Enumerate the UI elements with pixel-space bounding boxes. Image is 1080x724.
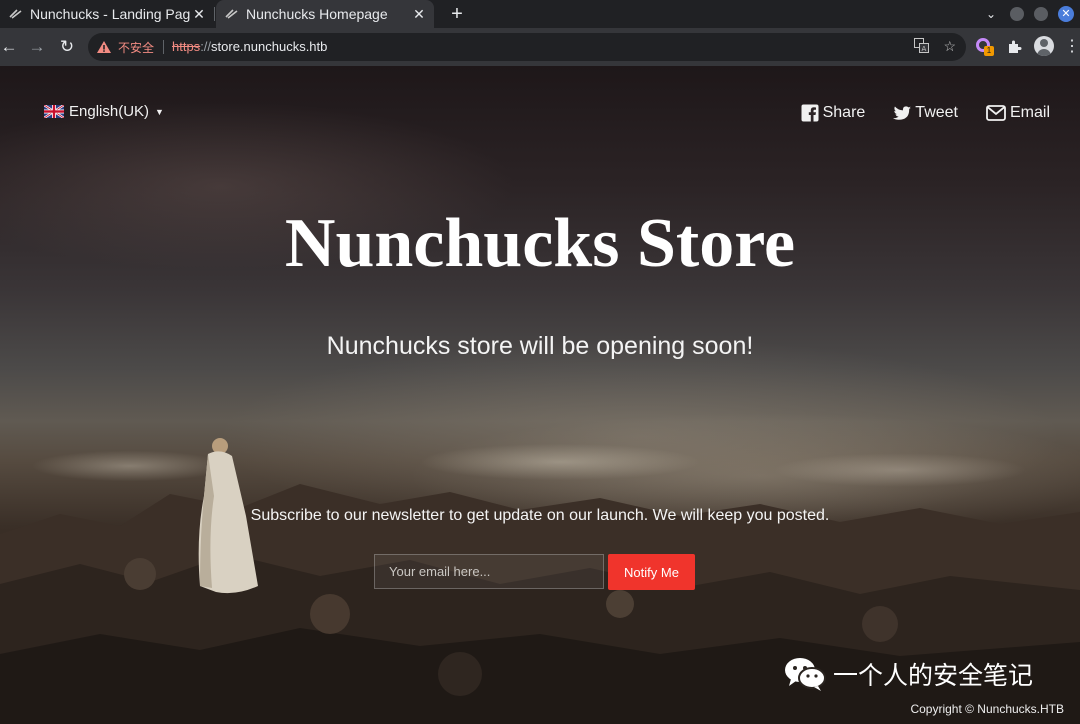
share-twitter-link[interactable]: Tweet	[893, 104, 958, 122]
browser-toolbar: ← → ↻ 不安全 https://store.nunchucks.htb A …	[0, 28, 1080, 66]
address-divider	[163, 40, 164, 54]
twitter-icon	[893, 105, 912, 120]
close-window-button[interactable]: ✕	[1058, 6, 1074, 22]
uk-flag-icon	[44, 105, 64, 118]
close-tab-icon[interactable]: ✕	[410, 5, 428, 23]
watermark: 一个人的安全笔记	[783, 656, 1033, 692]
maximize-button[interactable]	[1034, 7, 1048, 21]
not-secure-label[interactable]: 不安全	[118, 39, 154, 56]
share-email-link[interactable]: Email	[986, 104, 1050, 122]
address-bar[interactable]: 不安全 https://store.nunchucks.htb A ☆	[88, 33, 966, 61]
share-label: Share	[822, 104, 866, 121]
tab-divider	[214, 7, 215, 21]
facebook-icon	[801, 104, 819, 122]
tweet-label: Tweet	[915, 104, 958, 121]
tab-landing-page[interactable]: Nunchucks - Landing Pag ✕	[0, 0, 214, 28]
back-arrow-icon[interactable]: ←	[0, 36, 20, 58]
warning-icon	[97, 41, 111, 53]
puzzle-extensions-icon[interactable]	[1004, 36, 1024, 56]
url-scheme: https	[172, 39, 201, 54]
tab-search-chevron-icon[interactable]: ⌄	[982, 7, 1000, 21]
url-separator: ://	[200, 39, 212, 54]
svg-text:A: A	[922, 45, 927, 53]
minimize-button[interactable]	[1010, 7, 1024, 21]
page-viewport: English(UK) ▼ Share Tweet Email Nunchuck…	[0, 66, 1080, 724]
profile-avatar[interactable]	[1034, 36, 1054, 56]
language-label: English(UK)	[69, 103, 150, 120]
tab-title: Nunchucks Homepage	[246, 6, 388, 22]
page-title: Nunchucks Store	[284, 205, 796, 282]
window-controls: ⌄ ✕	[982, 0, 1080, 28]
tab-homepage[interactable]: Nunchucks Homepage ✕	[216, 0, 434, 28]
watermark-text: 一个人的安全笔记	[833, 662, 1034, 690]
email-input[interactable]	[374, 554, 604, 589]
page-subtitle: Nunchucks store will be opening soon!	[326, 332, 754, 360]
url-host: store.nunchucks.htb	[211, 39, 328, 54]
extension-area: 1 ⋮	[974, 36, 1080, 56]
extension-badge: 1	[984, 46, 994, 56]
new-tab-button[interactable]: +	[446, 3, 468, 25]
envelope-icon	[986, 105, 1006, 121]
share-facebook-link[interactable]: Share	[801, 104, 866, 122]
newsletter-text: Subscribe to our newsletter to get updat…	[250, 507, 830, 524]
email-label: Email	[1009, 104, 1050, 121]
tab-title: Nunchucks - Landing Pag	[30, 6, 190, 22]
notify-me-button[interactable]: Notify Me	[608, 554, 695, 590]
site-favicon-icon	[224, 6, 240, 22]
reload-icon[interactable]: ↻	[56, 36, 78, 58]
close-tab-icon[interactable]: ✕	[190, 5, 208, 23]
wechat-logo-icon	[785, 658, 826, 691]
extension-icon[interactable]: 1	[974, 36, 994, 56]
omnibox-actions: A ☆	[914, 38, 956, 56]
forward-arrow-icon[interactable]: →	[26, 36, 48, 58]
menu-kebab-icon[interactable]: ⋮	[1064, 36, 1080, 56]
copyright-text: Copyright © Nunchucks.HTB	[910, 702, 1064, 716]
url-text[interactable]: https://store.nunchucks.htb	[172, 39, 327, 54]
tab-strip: Nunchucks - Landing Pag ✕ Nunchucks Home…	[0, 0, 1080, 28]
caret-down-icon: ▼	[155, 106, 164, 117]
language-selector[interactable]: English(UK) ▼	[44, 103, 164, 120]
bookmark-star-icon[interactable]: ☆	[943, 38, 956, 56]
share-bar: Share Tweet Email	[801, 104, 1050, 122]
site-favicon-icon	[8, 6, 24, 22]
translate-icon[interactable]: A	[914, 38, 930, 56]
